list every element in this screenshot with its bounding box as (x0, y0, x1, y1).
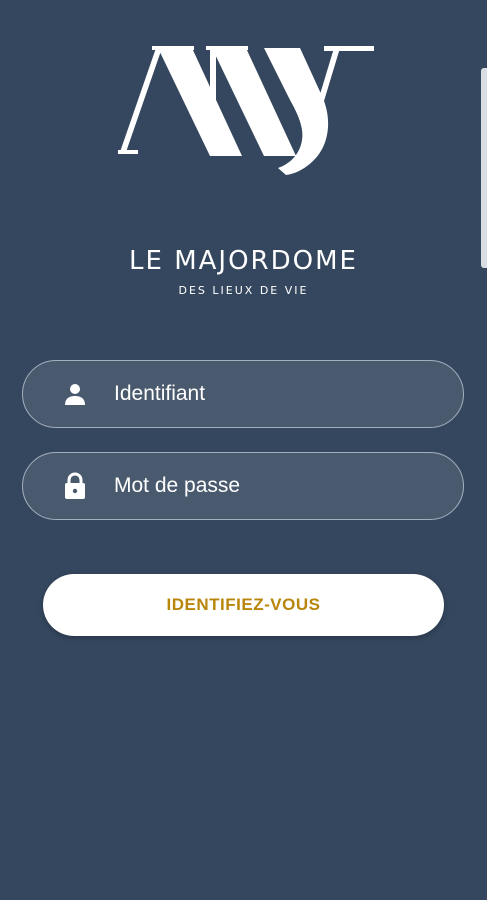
username-field[interactable] (22, 360, 464, 428)
brand-subtitle: DES LIEUX DE VIE (178, 284, 309, 297)
mv-monogram-logo (118, 46, 374, 175)
brand-title: LE MAJORDOME (129, 246, 358, 276)
username-input[interactable] (114, 382, 434, 406)
lock-icon (62, 472, 88, 499)
brand-header: LE MAJORDOME DES LIEUX DE VIE (0, 0, 487, 310)
password-field[interactable] (22, 452, 464, 520)
password-input[interactable] (114, 474, 434, 498)
login-button[interactable]: IDENTIFIEZ-VOUS (43, 574, 444, 636)
user-icon (62, 381, 88, 407)
